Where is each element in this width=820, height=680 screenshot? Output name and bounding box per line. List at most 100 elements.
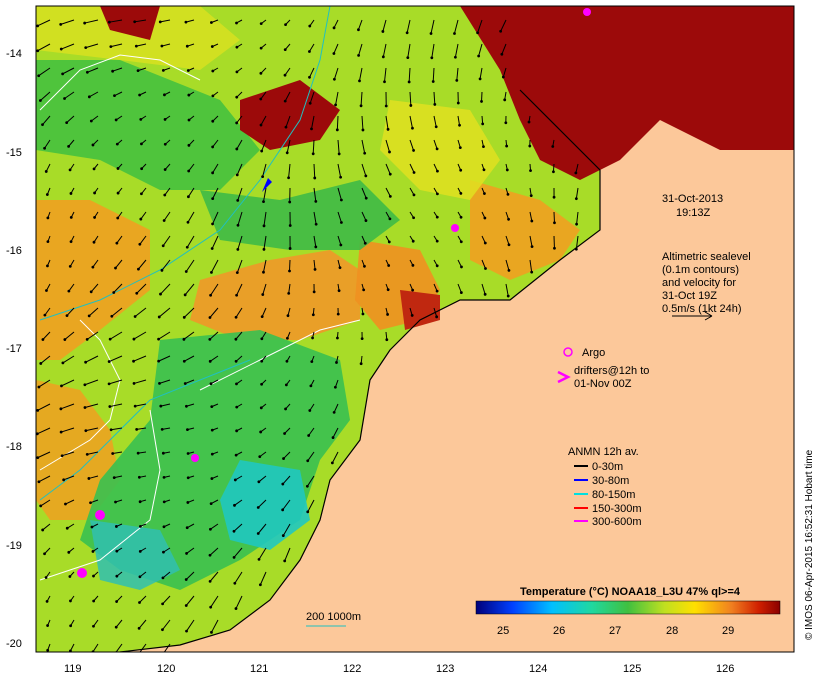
velocity-vector-head xyxy=(69,599,72,603)
velocity-vector-head xyxy=(137,475,141,479)
velocity-vector-head xyxy=(132,337,136,341)
velocity-vector-head xyxy=(283,99,287,103)
velocity-vector-head xyxy=(501,75,505,79)
velocity-vector-head xyxy=(483,292,487,296)
velocity-vector-head xyxy=(161,602,165,606)
lon-axis: 119 120 121 122 123 124 125 126 xyxy=(64,663,734,675)
velocity-vector-head xyxy=(388,150,391,154)
velocity-vector-head xyxy=(186,476,190,480)
velocity-vector-head xyxy=(235,95,239,99)
velocity-vector-head xyxy=(435,315,439,319)
velocity-vector-head xyxy=(478,77,482,81)
velocity-vector-head xyxy=(107,382,111,386)
velocity-vector-head xyxy=(453,55,457,59)
velocity-vector-head xyxy=(61,72,65,76)
velocity-vector-head xyxy=(235,147,239,151)
velocity-vector-head xyxy=(407,80,411,84)
velocity-vector-head xyxy=(186,501,190,504)
velocity-vector-head xyxy=(385,338,389,342)
velocity-vector-head xyxy=(235,382,238,386)
velocity-vector-head xyxy=(313,176,317,180)
velocity-vector-head xyxy=(163,118,167,121)
velocity-vector-head xyxy=(114,625,118,629)
velocity-vector-head xyxy=(234,315,238,319)
velocity-vector-head xyxy=(281,508,285,512)
velocity-vector-head xyxy=(506,294,510,298)
velocity-vector-head xyxy=(284,383,288,387)
colorbar-tick-label: 26 xyxy=(553,625,565,637)
lon-tick-label: 119 xyxy=(64,663,82,675)
velocity-vector-head xyxy=(412,216,415,220)
velocity-vector-head xyxy=(87,95,91,99)
colorbar-tick-label: 28 xyxy=(666,625,678,637)
velocity-vector-head xyxy=(314,222,318,226)
velocity-vector-head xyxy=(233,581,237,585)
anmn-marker-magenta xyxy=(95,510,105,520)
velocity-vector-head xyxy=(91,550,95,553)
velocity-vector-head xyxy=(114,266,117,270)
velocity-vector-head xyxy=(138,601,141,604)
velocity-vector-head xyxy=(115,525,118,528)
velocity-vector-head xyxy=(504,121,508,125)
velocity-vector-head xyxy=(236,247,240,251)
velocity-vector-head xyxy=(338,266,342,270)
velocity-vector-head xyxy=(184,578,188,581)
velocity-vector-head xyxy=(435,289,439,293)
drifter-label: drifters@12h to xyxy=(574,365,649,377)
velocity-vector-head xyxy=(256,532,260,535)
velocity-vector-head xyxy=(235,70,239,74)
velocity-vector-head xyxy=(184,270,188,273)
anmn-marker-magenta xyxy=(583,8,591,16)
velocity-vector-head xyxy=(308,24,312,28)
velocity-vector-head xyxy=(36,24,40,28)
velocity-vector-head xyxy=(85,70,89,74)
velocity-vector-head xyxy=(209,21,213,24)
velocity-vector-head xyxy=(115,600,119,603)
velocity-vector-head xyxy=(137,267,140,271)
velocity-vector-head xyxy=(209,293,213,297)
velocity-vector-head xyxy=(363,151,367,155)
velocity-vector-head xyxy=(186,220,190,224)
velocity-vector-head xyxy=(257,480,261,484)
velocity-vector-head xyxy=(260,337,264,341)
drifter-label: 01-Nov 00Z xyxy=(574,378,632,390)
velocity-vector-head xyxy=(336,312,340,316)
velocity-vector-head xyxy=(109,428,113,432)
velocity-vector-head xyxy=(505,168,509,172)
velocity-vector-head xyxy=(61,361,65,365)
velocity-vector-head xyxy=(135,427,139,431)
velocity-vector-head xyxy=(283,559,287,563)
velocity-vector-head xyxy=(39,99,42,102)
velocity-vector-head xyxy=(551,145,555,148)
velocity-vector-head xyxy=(285,359,289,363)
velocity-vector-head xyxy=(89,501,92,505)
velocity-vector-head xyxy=(527,120,531,124)
lat-tick-label: -18 xyxy=(6,441,22,453)
velocity-vector-head xyxy=(314,245,318,249)
velocity-vector-head xyxy=(233,478,237,482)
velocity-vector-head xyxy=(235,405,239,409)
velocity-vector-head xyxy=(68,575,72,578)
velocity-vector-head xyxy=(108,405,112,408)
velocity-vector-head xyxy=(530,245,534,248)
velocity-vector-head xyxy=(116,216,120,220)
velocity-vector-head xyxy=(507,217,510,221)
velocity-vector-head xyxy=(187,143,191,147)
velocity-vector-head xyxy=(260,359,264,363)
velocity-vector-head xyxy=(260,382,264,386)
lon-tick-label: 125 xyxy=(623,663,641,675)
velocity-vector-head xyxy=(333,385,337,389)
velocity-vector-head xyxy=(412,193,416,197)
velocity-vector-head xyxy=(210,247,214,250)
velocity-vector-head xyxy=(163,93,166,97)
velocity-vector-head xyxy=(59,47,63,51)
velocity-vector-head xyxy=(161,576,165,580)
velocity-vector-head xyxy=(363,241,367,245)
velocity-vector-head xyxy=(236,198,240,202)
lat-tick-label: -17 xyxy=(6,343,22,355)
colorbar-tick-label: 27 xyxy=(609,625,621,637)
velocity-vector-head xyxy=(209,502,213,506)
velocity-vector-head xyxy=(553,221,556,225)
velocity-vector-head xyxy=(114,500,117,504)
lat-tick-label: -15 xyxy=(6,147,22,159)
